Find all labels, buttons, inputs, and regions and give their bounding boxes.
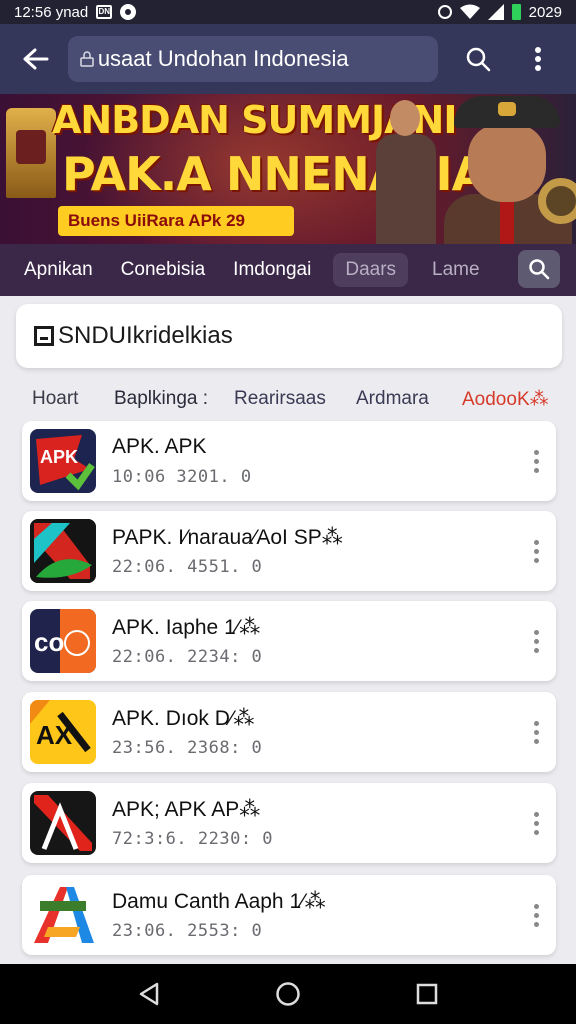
banner-tagline: Buens UiiRara APk 29 [58,206,294,236]
app-list-item[interactable]: AX APK. Dıok D⁄⁂ 23:56. 2368: 0 [22,692,556,772]
search-icon [467,47,491,72]
app-list-item[interactable]: Damu Canth Aaph 1⁄⁂ 23:06. 2553: 0 [22,875,556,955]
apk-colorful-icon [30,883,96,947]
app-name: APK. APK [112,435,207,458]
tab-category-4[interactable]: Daars [333,253,409,287]
signal-icon [487,4,504,20]
apk-black-red-icon [30,791,96,855]
tab-category-5[interactable]: Lame [432,259,480,281]
tab-category-2[interactable]: Conebisia [121,259,206,281]
arrow-left-icon [23,48,49,70]
app-name: APK; APK AP⁂ [112,798,261,821]
app-options-button[interactable] [524,623,548,659]
banner-person-image [376,94,436,244]
more-vertical-icon [535,47,542,71]
apk-red-icon: APK [30,429,96,493]
search-input[interactable]: usaat Undohan Indonesia [67,36,439,82]
wifi-icon [459,4,480,19]
app-list-item[interactable]: co APK. Iaphe 1⁄⁂ 22:06. 2234: 0 [22,601,556,681]
status-bar: 12:56 ynad DN 2029 [0,0,576,24]
tab-category-3[interactable]: Imdongai [233,259,311,281]
apk-green-icon [30,519,96,583]
trophy-image [6,108,56,198]
filter-2[interactable]: Baplkinga : [114,388,234,410]
alarm-icon [437,5,452,19]
filter-row: Hoart Baplkinga : Rearirsaas Ardmara Aod… [32,384,562,414]
circle-home-icon [276,982,300,1006]
nav-back-button[interactable] [125,970,173,1018]
section-header-card[interactable]: SNDUIkridelkias [16,304,562,368]
filter-4[interactable]: Ardmara [356,388,462,410]
search-input-value: usaat Undohan Indonesia [97,46,349,71]
search-icon [529,259,550,280]
app-list-item[interactable]: PAPK. I⁄naraua⁄AoI SP⁂ 22:06. 4551. 0 [22,511,556,591]
app-name: APK. Dıok D⁄⁂ [112,707,255,730]
category-tabs: Apnikan Conebisia Imdongai Daars Lame [0,244,576,296]
square-recents-icon [416,983,437,1005]
nav-recents-button[interactable] [403,970,451,1018]
more-options-button[interactable] [512,33,564,85]
svg-text:APK: APK [40,447,78,467]
banner-title-line2: PAK.A NNENASIAI [62,147,503,201]
app-name: Damu Canth Aaph 1⁄⁂ [112,890,326,913]
app-options-button[interactable] [524,714,548,750]
svg-text:co: co [34,627,64,657]
system-nav-bar [0,964,576,1024]
back-button[interactable] [12,35,60,83]
status-time: 12:56 ynad [14,3,89,21]
app-name: APK. Iaphe 1⁄⁂ [112,616,261,639]
notification-box-icon: DN [96,5,113,19]
app-list-item[interactable]: APK; APK AP⁂ 72:3:6. 2230: 0 [22,783,556,863]
section-square-icon [34,326,54,346]
filter-1[interactable]: Hoart [32,388,114,410]
battery-icon [511,4,521,20]
filter-3[interactable]: Rearirsaas [234,388,356,410]
nav-home-button[interactable] [264,970,312,1018]
app-bar: usaat Undohan Indonesia [0,24,576,94]
app-options-button[interactable] [524,443,548,479]
app-meta: 23:06. 2553: 0 [112,921,263,941]
promo-banner[interactable]: ANBDAN SUMMJANI PAK.A NNENASIAI Buens Ui… [0,94,576,244]
gear-decoration-image [538,178,576,224]
apk-yellow-icon: AX [30,700,96,764]
apk-orange-icon: co [30,609,96,673]
app-options-button[interactable] [524,805,548,841]
app-meta: 22:06. 2234: 0 [112,647,263,667]
app-name: PAPK. I⁄naraua⁄AoI SP⁂ [112,526,343,549]
app-meta: 10:06 3201. 0 [112,467,252,487]
section-title: SNDUIkridelkias [58,322,233,349]
app-meta: 23:56. 2368: 0 [112,738,263,758]
search-button[interactable] [452,33,504,85]
app-meta: 22:06. 4551. 0 [112,557,263,577]
lock-icon [80,51,94,67]
app-options-button[interactable] [524,533,548,569]
tab-category-1[interactable]: Apnikan [24,259,93,281]
notification-circle-icon [120,4,137,20]
app-options-button[interactable] [524,897,548,933]
banner-title-line1: ANBDAN SUMMJANI [52,98,458,142]
filter-5-active[interactable]: AodooK⁂ [462,388,549,411]
category-search-button[interactable] [518,250,560,288]
triangle-back-icon [140,982,159,1006]
app-list-item[interactable]: APK APK. APK 10:06 3201. 0 [22,421,556,501]
status-battery-text: 2029 [528,3,562,21]
app-meta: 72:3:6. 2230: 0 [112,829,274,849]
